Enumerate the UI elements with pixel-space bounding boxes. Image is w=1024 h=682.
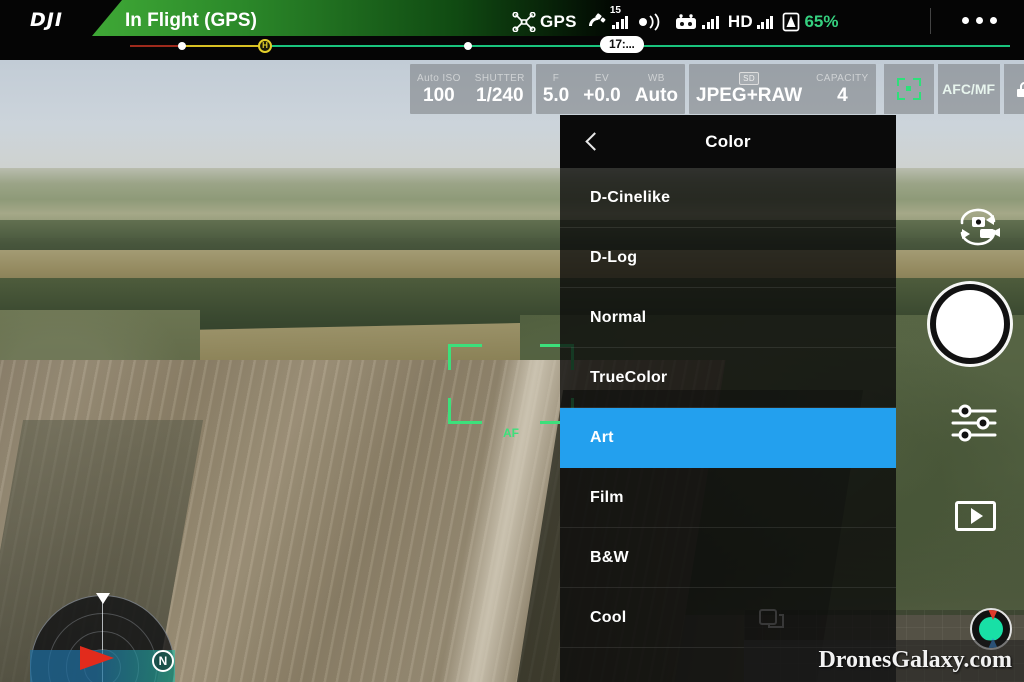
sliders-icon [951,404,997,442]
play-triangle-icon [971,508,983,524]
storage-format-value: JPEG+RAW [696,85,803,106]
setting-storage-format[interactable]: SD JPEG+RAW [689,64,809,114]
battery-status[interactable]: 65% [782,12,839,32]
progress-segment-critical [130,45,182,47]
transmission-status[interactable] [637,13,665,31]
wb-label: WB [647,72,665,84]
flight-progress-strip: H [130,39,1010,53]
shutter-button[interactable] [930,284,1010,364]
focus-frame-icon [896,78,921,100]
capacity-label: CAPACITY [816,72,869,84]
site-watermark: DronesGalaxy.com [818,647,1012,673]
shutter-label: SHUTTER [474,72,525,84]
ev-value: +0.0 [583,84,621,106]
home-point-marker: H [258,39,272,53]
satellite-icon [588,13,606,26]
af-focus-bracket[interactable]: AF [448,344,574,440]
aircraft-heading-arrow-icon [80,646,114,670]
wb-value: Auto [634,84,679,106]
color-option-truecolor[interactable]: TrueColor [560,348,896,408]
setting-white-balance[interactable]: WB Auto [628,64,685,114]
gps-label: GPS [540,12,577,31]
color-option-art[interactable]: Art [560,408,896,468]
setting-aperture[interactable]: F 5.0 [536,64,576,114]
shutter-value: 1/240 [476,84,524,106]
afc-mf-button[interactable]: AFC/MF [937,64,1000,114]
color-panel-header: Color [560,115,896,168]
exposure-group-2: F 5.0 EV +0.0 WB Auto [535,64,686,114]
battery-icon [783,12,800,32]
aperture-value: 5.0 [542,84,570,106]
more-options-button[interactable] [962,17,997,24]
iso-label: Auto ISO [417,72,461,84]
color-option-cool[interactable]: Cool [560,588,896,648]
color-option-normal[interactable]: Normal [560,288,896,348]
iso-value: 100 [423,84,455,106]
capacity-value: 4 [837,84,848,106]
progress-marker-1 [178,42,186,50]
exposure-group-1: Auto ISO 100 SHUTTER 1/240 [410,64,532,114]
camera-settings-sliders-button[interactable] [950,402,998,444]
af-label: AF [503,426,519,440]
color-option-d-cinelike[interactable]: D-Cinelike [560,168,896,228]
video-signal-bars-icon [756,15,774,29]
aircraft-icon [512,12,536,32]
attitude-north-needle-icon [988,610,998,620]
playback-button[interactable] [955,501,996,531]
sd-label: SD [739,72,760,85]
ae-lock-button[interactable]: AE [1003,64,1024,114]
color-option-bw[interactable]: B&W [560,528,896,588]
color-option-d-log[interactable]: D-Log [560,228,896,288]
flight-status-text: In Flight (GPS) [125,10,257,31]
top-status-bar: DJI In Flight (GPS) H 17:... GPS 15 HD 6… [0,0,1024,60]
radar-map-widget[interactable]: N [30,593,175,682]
remote-controller-status[interactable] [674,13,719,31]
chevron-left-icon [584,132,604,151]
rc-signal-bars-icon [702,15,719,29]
more-dot-3 [990,17,997,24]
aircraft-status[interactable]: GPS [512,12,577,32]
color-profile-list: D-Cinelike D-Log Normal TrueColor Art Fi… [560,168,896,682]
dji-fly-app-screen: AF DJI In Flight (GPS) H 17:... GPS 15 H… [0,0,1024,682]
battery-percent: 65% [804,12,839,31]
color-option-film[interactable]: Film [560,468,896,528]
back-button[interactable] [574,115,614,168]
topbar-divider [930,8,931,34]
focus-mode-button[interactable] [883,64,934,114]
remote-controller-icon [676,14,697,29]
afc-mf-label: AFC/MF [942,81,996,97]
af-corner-bottom-left [448,398,482,424]
flight-timer-pill: 17:... [600,36,644,53]
hd-label: HD [727,12,753,31]
gps-signal-bars-icon [611,15,629,29]
transmission-icon [639,13,660,31]
more-dot-1 [962,17,969,24]
af-corner-top-left [448,344,482,370]
camera-video-switch-icon [960,208,1000,246]
progress-marker-2 [464,42,472,50]
more-dot-2 [976,17,983,24]
north-indicator[interactable]: N [152,650,174,672]
progress-segment-warning [182,45,264,47]
status-icon-cluster: GPS 15 HD 65% [512,5,839,36]
aperture-label: F [552,72,560,84]
color-settings-panel: Color D-Cinelike D-Log Normal TrueColor … [560,115,896,682]
setting-ev[interactable]: EV +0.0 [576,64,628,114]
setting-shutter[interactable]: SHUTTER 1/240 [468,64,532,114]
lock-open-icon [1016,81,1024,97]
satellite-count: 15 [609,5,621,16]
camera-settings-bar: Auto ISO 100 SHUTTER 1/240 F 5.0 EV +0.0… [410,64,1024,114]
camera-video-toggle-button[interactable] [950,205,1006,249]
radar-heading-caret-icon [96,593,110,604]
setting-iso[interactable]: Auto ISO 100 [410,64,468,114]
setting-capacity[interactable]: CAPACITY 4 [809,64,875,114]
video-quality-status[interactable]: HD [728,12,774,32]
dji-logo[interactable]: DJI [30,9,63,31]
satellite-status[interactable]: 15 [586,5,629,32]
ev-label: EV [594,72,610,84]
storage-group: SD JPEG+RAW CAPACITY 4 [689,64,876,114]
sd-card-chip: SD [739,72,760,85]
